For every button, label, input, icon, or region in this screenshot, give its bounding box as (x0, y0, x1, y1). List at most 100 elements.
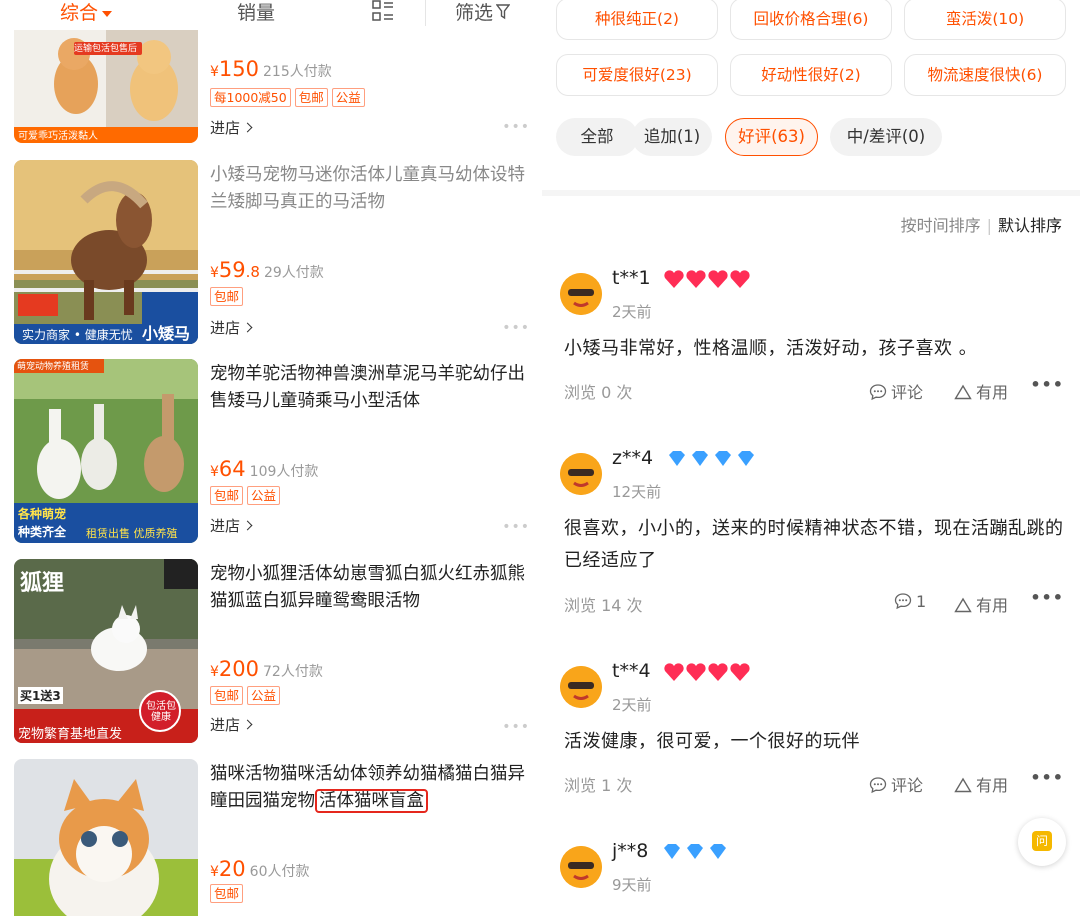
enter-store-link[interactable]: 进店 (210, 714, 253, 735)
tab-all[interactable]: 全部 (556, 118, 638, 156)
keyword-chip[interactable]: 好动性很好(2) (730, 54, 892, 96)
product-title[interactable]: 猫咪活物猫咪活幼体领养幼猫橘猫白猫异瞳田园猫宠物 活体猫咪盲盒 (210, 761, 530, 815)
useful-label: 有用 (976, 776, 1009, 795)
product-image[interactable]: 狐狸 买1送3 宠物繁育基地直发 包活包健康 (14, 559, 198, 743)
comment-label: 评论 (891, 776, 924, 795)
paid-count: 60人付款 (249, 864, 310, 880)
useful-label: 有用 (976, 383, 1009, 402)
image-caption: 各种萌宠 (18, 507, 67, 521)
price-value: 200 (218, 657, 260, 681)
tag: 公益 (247, 686, 281, 705)
tag-list: 包邮 (210, 884, 244, 903)
product-card-alpaca[interactable]: 萌宠动物养殖租赁 各种萌宠 种类齐全 租赁出售 优质养殖 宠物羊驼活物神兽澳洲草… (0, 359, 540, 549)
paid-count: 72人付款 (263, 664, 323, 680)
reviews-panel: 种很纯正(2) 回收价格合理(6) 蛮活泼(10) 可爱度很好(23) 好动性很… (542, 0, 1080, 916)
product-image[interactable]: 实力商家 • 健康无忧 小矮马 (14, 160, 198, 344)
more-icon[interactable]: ••• (1030, 375, 1064, 394)
avatar[interactable] (560, 273, 602, 315)
product-title[interactable]: 小矮马宠物马迷你活体儿童真马幼体设特兰矮脚马真正的马活物 (210, 162, 530, 216)
price-value: 64 (218, 457, 246, 481)
chevron-right-icon (242, 520, 253, 531)
product-card-fox[interactable]: 狐狸 买1送3 宠物繁育基地直发 包活包健康 宠物小狐狸活体幼崽雪狐白狐火红赤狐… (0, 559, 540, 749)
sort-comprehensive[interactable]: 综合 (60, 0, 113, 25)
keyword-chip[interactable]: 可爱度很好(23) (556, 54, 718, 96)
sort-sales[interactable]: 销量 (237, 0, 275, 25)
more-icon[interactable]: ••• (1030, 588, 1064, 607)
view-count: 浏览 1 次 (564, 776, 633, 795)
ask-icon: 问 (1032, 831, 1052, 851)
tag: 包邮 (210, 884, 244, 903)
more-icon[interactable]: ••• (502, 719, 530, 735)
useful-button[interactable]: 有用 (954, 592, 1008, 616)
view-count: 浏览 14 次 (564, 596, 643, 615)
image-badge: 包活包健康 (146, 701, 176, 723)
product-image[interactable] (14, 759, 198, 916)
sort-by-time[interactable]: 按时间排序 (901, 216, 981, 235)
image-caption: 宠物繁育基地直发 (18, 727, 123, 742)
chevron-right-icon (242, 322, 253, 333)
image-top-text: 萌宠动物养殖租赁 (17, 362, 90, 372)
tag-list: 包邮 公益 (210, 486, 281, 505)
product-image[interactable]: 萌宠动物养殖租赁 各种萌宠 种类齐全 租赁出售 优质养殖 (14, 359, 198, 543)
review-text: 很喜欢，小小的，送来的时候精神状态不错，现在活蹦乱跳的已经适应了 (564, 518, 1064, 571)
review-time: 9天前 (612, 876, 652, 894)
enter-store-link[interactable]: 进店 (210, 117, 253, 138)
tag-list: 包邮 (210, 287, 244, 306)
keyword-chip[interactable]: 回收价格合理(6) (730, 0, 892, 40)
price-value: 150 (218, 57, 260, 81)
more-icon[interactable]: ••• (502, 519, 530, 535)
avatar[interactable] (560, 453, 602, 495)
avatar[interactable] (560, 666, 602, 708)
tab-negative[interactable]: 中/差评(0) (830, 118, 942, 156)
price-value: 59 (218, 258, 246, 282)
image-caption: 租赁出售 优质养殖 (86, 527, 178, 540)
more-icon[interactable]: ••• (502, 320, 530, 336)
price: ¥200 72人付款 (210, 657, 323, 681)
avatar[interactable] (560, 846, 602, 888)
filter-funnel-icon[interactable] (496, 4, 510, 20)
product-title[interactable]: 宠物小狐狸活体幼崽雪狐白狐火红赤狐熊猫狐蓝白狐异瞳鸳鸯眼活物 (210, 561, 530, 615)
more-icon[interactable]: ••• (1030, 768, 1064, 787)
highlighted-keyword: 活体猫咪盲盒 (315, 789, 428, 813)
tag: 包邮 (210, 686, 244, 705)
enter-store-link[interactable]: 进店 (210, 317, 253, 338)
useful-button[interactable]: 有用 (954, 379, 1008, 403)
reviewer-name-text: t**1 (612, 267, 651, 289)
comment-icon (894, 593, 912, 610)
price: ¥20 60人付款 (210, 857, 310, 881)
tag-list: 每1000减50 包邮 公益 (210, 88, 365, 107)
view-count: 浏览 0 次 (564, 383, 633, 402)
enter-store-label: 进店 (210, 319, 241, 337)
more-icon[interactable]: ••• (502, 119, 530, 135)
comment-button[interactable]: 1 (894, 592, 926, 611)
keyword-chip[interactable]: 种很纯正(2) (556, 0, 718, 40)
useful-button[interactable]: 有用 (954, 772, 1008, 796)
ask-button[interactable]: 问 (1018, 818, 1066, 866)
image-brand: 小矮马 (142, 324, 191, 343)
chevron-right-icon (242, 719, 253, 730)
tag: 公益 (247, 486, 281, 505)
comment-button[interactable]: 评论 (869, 772, 923, 796)
keyword-chip[interactable]: 物流速度很快(6) (904, 54, 1066, 96)
price: ¥59.8 29人付款 (210, 258, 324, 282)
filter-button[interactable]: 筛选 (455, 0, 493, 25)
keyword-chip[interactable]: 蛮活泼(10) (904, 0, 1066, 40)
tag-list: 包邮 公益 (210, 686, 281, 705)
sort-default[interactable]: 默认排序 (998, 216, 1062, 235)
tab-positive[interactable]: 好评(63) (725, 118, 818, 156)
enter-store-link[interactable]: 进店 (210, 515, 253, 536)
tab-followup[interactable]: 追加(1) (632, 118, 712, 156)
tag: 包邮 (210, 287, 244, 306)
comment-icon (869, 384, 887, 401)
list-view-icon[interactable] (372, 0, 394, 22)
reviewer-name-text: t**4 (612, 660, 651, 682)
product-card-pony[interactable]: 实力商家 • 健康无忧 小矮马 小矮马宠物马迷你活体儿童真马幼体设特兰矮脚马真正… (0, 160, 540, 350)
reviewer-name: j**8 (612, 840, 730, 863)
comment-button[interactable]: 评论 (869, 379, 923, 403)
product-title[interactable]: 宠物羊驼活物神兽澳洲草泥马羊驼幼仔出售矮马儿童骑乘马小型活体 (210, 361, 530, 415)
review-footer: 浏览 14 次 1 有用 ••• (564, 588, 1064, 616)
product-list-panel: 综合 销量 筛选 运输包活包售后 可爱乖巧活泼黏人 ¥150 215人付款 每1… (0, 0, 540, 916)
caret-down-icon (102, 10, 113, 17)
product-card-kitten[interactable]: 猫咪活物猫咪活幼体领养幼猫橘猫白猫异瞳田园猫宠物 活体猫咪盲盒 ¥20 60人付款 … (0, 759, 540, 916)
price: ¥150 215人付款 (210, 57, 332, 81)
